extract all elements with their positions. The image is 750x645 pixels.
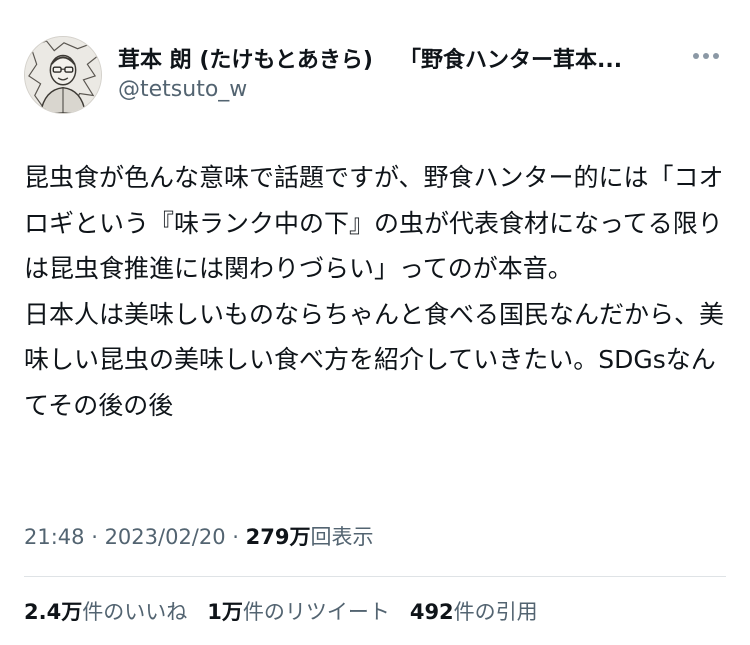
- likes-stat[interactable]: 2.4万件のいいね: [24, 596, 187, 626]
- quotes-stat[interactable]: 492件の引用: [410, 596, 538, 626]
- author-display-name[interactable]: 茸本 朗 (たけもとあきら): [118, 42, 373, 74]
- retweets-count: 1万: [207, 600, 243, 624]
- avatar[interactable]: [24, 36, 102, 114]
- author-name-suffix[interactable]: 「野食ハンター茸本...: [399, 42, 622, 74]
- quotes-count: 492: [409, 600, 454, 624]
- likes-label: 件のいいね: [82, 600, 188, 624]
- likes-count: 2.4万: [24, 600, 83, 624]
- views-count: 279万: [245, 525, 311, 549]
- more-horizontal-icon: [713, 53, 719, 59]
- views-label: 回表示: [310, 525, 374, 549]
- author-handle[interactable]: @tetsuto_w: [118, 77, 247, 102]
- tweet-date[interactable]: 2023/02/20: [105, 525, 226, 549]
- meta-separator: ·: [84, 525, 105, 549]
- tweet-text: 昆虫食が色んな意味で話題ですが、野食ハンター的には「コオロギという『味ランク中の…: [24, 155, 729, 428]
- tweet-card: 茸本 朗 (たけもとあきら) 「野食ハンター茸本... @tetsuto_w 昆…: [0, 0, 750, 645]
- divider: [24, 576, 726, 577]
- avatar-illustration-icon: [25, 37, 101, 113]
- tweet-paragraph: 日本人は美味しいものならちゃんと食べる国民なんだから、美味しい昆虫の美味しい食べ…: [24, 299, 725, 420]
- tweet-time[interactable]: 21:48: [24, 525, 85, 549]
- retweets-label: 件のリツイート: [242, 600, 390, 624]
- tweet-stats: 2.4万件のいいね 1万件のリツイート 492件の引用: [24, 596, 538, 626]
- tweet-meta: 21:48 · 2023/02/20 · 279万回表示: [24, 521, 373, 551]
- quotes-label: 件の引用: [453, 600, 538, 624]
- meta-separator: ·: [225, 525, 246, 549]
- retweets-stat[interactable]: 1万件のリツイート: [207, 596, 390, 626]
- more-horizontal-icon: [693, 53, 699, 59]
- more-horizontal-icon: [703, 53, 709, 59]
- more-options-button[interactable]: [688, 44, 724, 68]
- tweet-paragraph: 昆虫食が色んな意味で話題ですが、野食ハンター的には「コオロギという『味ランク中の…: [24, 163, 724, 283]
- author-name-row[interactable]: 茸本 朗 (たけもとあきら) 「野食ハンター茸本...: [118, 42, 640, 74]
